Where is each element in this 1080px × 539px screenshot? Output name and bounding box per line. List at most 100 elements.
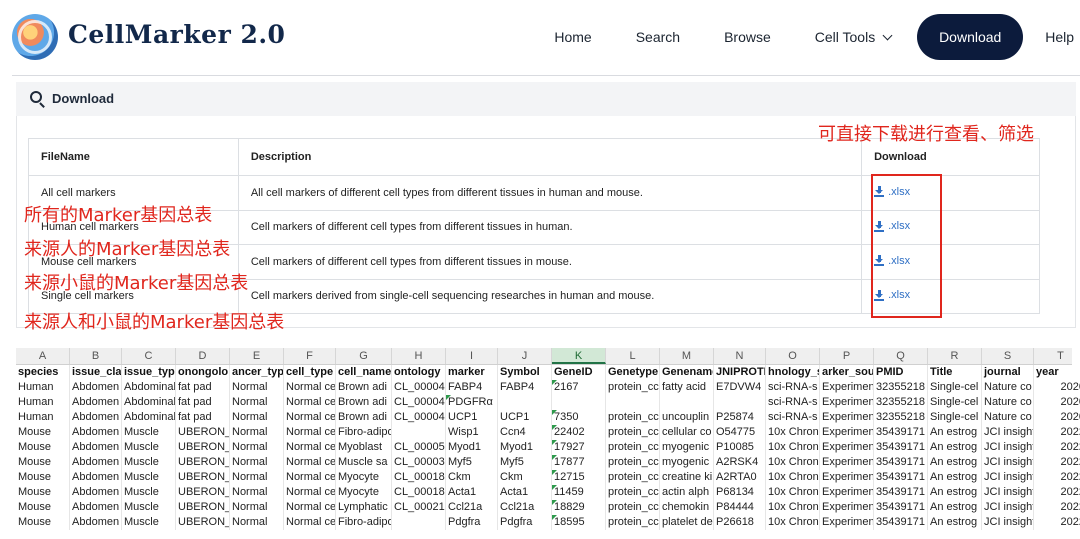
sheet-cell[interactable]: Normal ce: [284, 455, 336, 470]
sheet-header-arker-sour[interactable]: arker_sour: [820, 365, 874, 380]
sheet-cell[interactable]: Ckm: [498, 470, 552, 485]
sheet-cell[interactable]: Normal: [230, 425, 284, 440]
sheet-cell[interactable]: fat pad: [176, 380, 230, 395]
sheet-cell[interactable]: Normal: [230, 515, 284, 530]
sheet-cell[interactable]: Acta1: [446, 485, 498, 500]
sheet-cell[interactable]: [498, 395, 552, 410]
sheet-cell[interactable]: CL_00004: [392, 380, 446, 395]
sheet-cell[interactable]: Abdominal: [122, 410, 176, 425]
sheet-cell[interactable]: Human: [16, 395, 70, 410]
sheet-cell[interactable]: An estrog: [928, 485, 982, 500]
sheet-cell[interactable]: Normal: [230, 410, 284, 425]
column-letter-f[interactable]: F: [284, 348, 336, 364]
sheet-cell[interactable]: Normal ce: [284, 500, 336, 515]
sheet-cell[interactable]: PDGFRα: [446, 395, 498, 410]
sheet-cell[interactable]: Normal: [230, 470, 284, 485]
sheet-cell[interactable]: Human: [16, 410, 70, 425]
sheet-cell[interactable]: protein_cc: [606, 455, 660, 470]
sheet-cell[interactable]: Abdomen: [70, 410, 122, 425]
sheet-cell[interactable]: Experimen: [820, 455, 874, 470]
sheet-cell[interactable]: Normal ce: [284, 515, 336, 530]
sheet-cell[interactable]: An estrog: [928, 455, 982, 470]
sheet-cell[interactable]: UBERON_: [176, 500, 230, 515]
sheet-cell[interactable]: 17877: [552, 455, 606, 470]
sheet-cell[interactable]: 12715: [552, 470, 606, 485]
sheet-cell[interactable]: JCI insight: [982, 500, 1034, 515]
sheet-cell[interactable]: An estrog: [928, 500, 982, 515]
sheet-cell[interactable]: Abdomen: [70, 380, 122, 395]
sheet-cell[interactable]: Experimen: [820, 485, 874, 500]
sheet-cell[interactable]: 18595: [552, 515, 606, 530]
sheet-cell[interactable]: Experimen: [820, 515, 874, 530]
sheet-cell[interactable]: [606, 395, 660, 410]
nav-browse[interactable]: Browse: [702, 29, 793, 45]
sheet-cell[interactable]: An estrog: [928, 425, 982, 440]
sheet-cell[interactable]: CL_00021: [392, 500, 446, 515]
sheet-cell[interactable]: An estrog: [928, 470, 982, 485]
column-letter-g[interactable]: G: [336, 348, 392, 364]
sheet-cell[interactable]: Nature co: [982, 410, 1034, 425]
sheet-cell[interactable]: protein_cc: [606, 485, 660, 500]
sheet-cell[interactable]: UBERON_: [176, 470, 230, 485]
sheet-cell[interactable]: Mouse: [16, 500, 70, 515]
nav-help[interactable]: Help: [1035, 29, 1080, 45]
sheet-cell[interactable]: Experimen: [820, 440, 874, 455]
sheet-cell[interactable]: 2020: [1034, 395, 1080, 410]
sheet-cell[interactable]: protein_cc: [606, 500, 660, 515]
sheet-cell[interactable]: CL_00018: [392, 485, 446, 500]
sheet-cell[interactable]: Single-cel: [928, 380, 982, 395]
column-letter-m[interactable]: M: [660, 348, 714, 364]
sheet-header-year[interactable]: year: [1034, 365, 1080, 380]
sheet-cell[interactable]: Muscle: [122, 500, 176, 515]
column-letter-q[interactable]: Q: [874, 348, 928, 364]
sheet-cell[interactable]: fatty acid: [660, 380, 714, 395]
sheet-header-geneid[interactable]: GeneID: [552, 365, 606, 380]
column-letter-h[interactable]: H: [392, 348, 446, 364]
sheet-cell[interactable]: 10x Chron: [766, 440, 820, 455]
sheet-cell[interactable]: Normal ce: [284, 425, 336, 440]
sheet-cell[interactable]: Experimen: [820, 380, 874, 395]
sheet-cell[interactable]: [392, 515, 446, 530]
sheet-cell[interactable]: UCP1: [498, 410, 552, 425]
sheet-cell[interactable]: JCI insight: [982, 455, 1034, 470]
sheet-cell[interactable]: CL_00018: [392, 470, 446, 485]
sheet-cell[interactable]: E7DVW4: [714, 380, 766, 395]
sheet-cell[interactable]: protein_cc: [606, 470, 660, 485]
sheet-cell[interactable]: P68134: [714, 485, 766, 500]
sheet-cell[interactable]: creatine ki: [660, 470, 714, 485]
sheet-cell[interactable]: Abdomen: [70, 515, 122, 530]
sheet-cell[interactable]: Nature co: [982, 380, 1034, 395]
sheet-cell[interactable]: Abdomen: [70, 485, 122, 500]
sheet-header-ontology[interactable]: ontology: [392, 365, 446, 380]
sheet-cell[interactable]: 35439171: [874, 440, 928, 455]
sheet-cell[interactable]: myogenic: [660, 455, 714, 470]
nav-search[interactable]: Search: [614, 29, 702, 45]
sheet-cell[interactable]: Myocyte: [336, 470, 392, 485]
sheet-cell[interactable]: 11459: [552, 485, 606, 500]
sheet-cell[interactable]: [552, 395, 606, 410]
sheet-header-cell-type[interactable]: cell_type: [284, 365, 336, 380]
column-letter-r[interactable]: R: [928, 348, 982, 364]
sheet-cell[interactable]: Normal: [230, 485, 284, 500]
sheet-cell[interactable]: Normal: [230, 395, 284, 410]
sheet-cell[interactable]: 10x Chron: [766, 500, 820, 515]
sheet-cell[interactable]: FABP4: [446, 380, 498, 395]
sheet-cell[interactable]: Single-cel: [928, 395, 982, 410]
sheet-cell[interactable]: [660, 395, 714, 410]
sheet-cell[interactable]: sci-RNA-s: [766, 410, 820, 425]
sheet-cell[interactable]: Normal: [230, 380, 284, 395]
sheet-cell[interactable]: Abdomen: [70, 425, 122, 440]
sheet-cell[interactable]: Myoblast: [336, 440, 392, 455]
nav-home[interactable]: Home: [532, 29, 613, 45]
sheet-cell[interactable]: protein_cc: [606, 410, 660, 425]
sheet-cell[interactable]: CL_00004: [392, 410, 446, 425]
sheet-cell[interactable]: Acta1: [498, 485, 552, 500]
sheet-header-ancer-typ[interactable]: ancer_typ: [230, 365, 284, 380]
sheet-cell[interactable]: 10x Chron: [766, 455, 820, 470]
sheet-header-title[interactable]: Title: [928, 365, 982, 380]
sheet-cell[interactable]: Normal ce: [284, 485, 336, 500]
sheet-cell[interactable]: [714, 395, 766, 410]
sheet-cell[interactable]: Normal ce: [284, 440, 336, 455]
sheet-cell[interactable]: Normal ce: [284, 395, 336, 410]
sheet-cell[interactable]: Myod1: [498, 440, 552, 455]
